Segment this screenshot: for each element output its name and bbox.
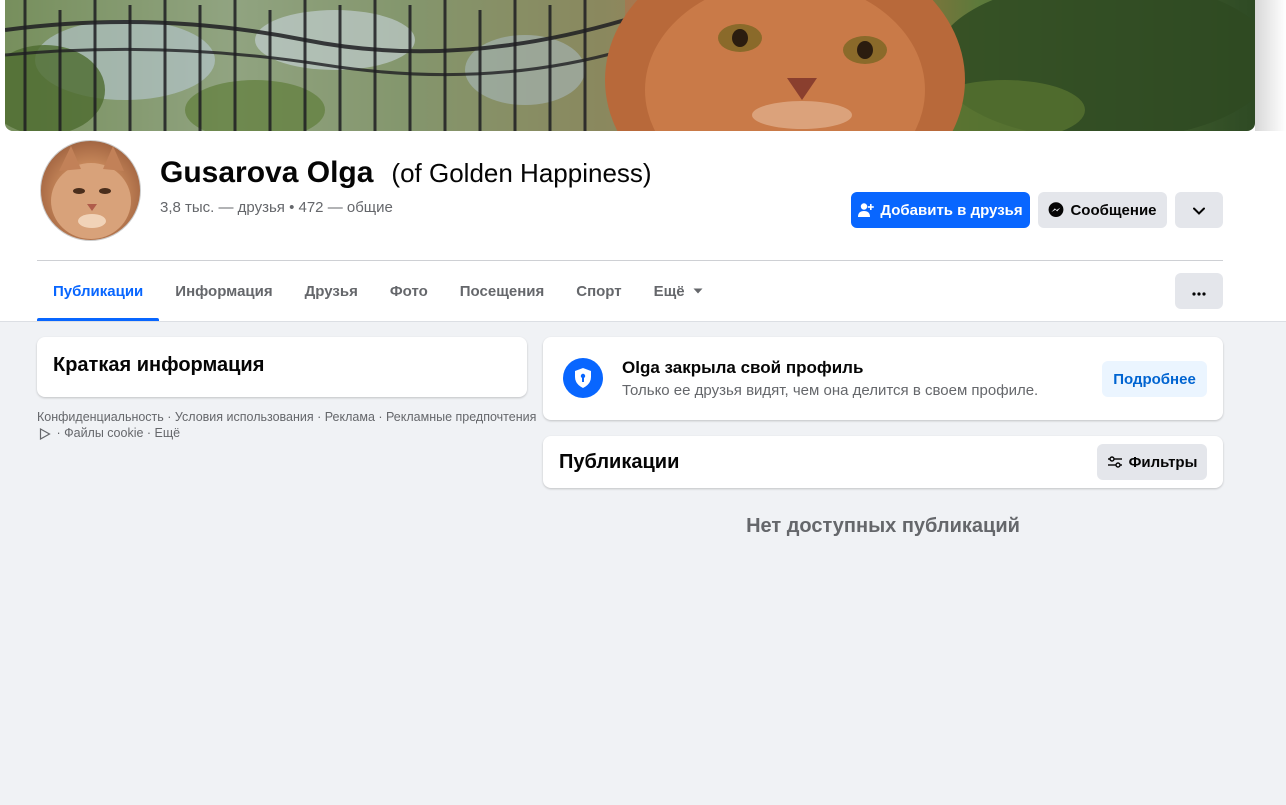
tab-check-ins-label: Посещения [459, 282, 545, 300]
message-button[interactable]: Сообщение [1038, 192, 1167, 228]
footer-separator: · [163, 410, 175, 424]
footer-link-terms[interactable]: Условия использования [175, 410, 314, 424]
tab-more-label: Ещё [653, 282, 685, 300]
chevron-down-icon [1193, 202, 1205, 219]
tab-posts[interactable]: Публикации [37, 261, 160, 321]
footer-links: Конфиденциальность · Условия использован… [37, 409, 536, 441]
tab-about[interactable]: Информация [159, 261, 288, 321]
learn-more-button[interactable]: Подробнее [1102, 361, 1207, 397]
profile-alternate-name: (of Golden Happiness) [391, 158, 652, 188]
add-friend-label: Добавить в друзья [880, 201, 1023, 219]
tab-check-ins[interactable]: Посещения [444, 261, 560, 321]
ellipsis-icon [1192, 283, 1206, 300]
footer-separator: · [53, 426, 65, 440]
tab-posts-label: Публикации [53, 282, 144, 300]
shield-lock-icon [563, 358, 603, 398]
profile-header: Gusarova Olga (of Golden Happiness) 3,8 … [0, 0, 1286, 322]
messenger-icon [1048, 202, 1064, 218]
cover-edge [1255, 0, 1286, 131]
footer-separator: · [374, 410, 387, 424]
tab-sports-label: Спорт [576, 282, 622, 300]
no-posts-message: Нет доступных публикаций [746, 515, 1020, 537]
profile-avatar[interactable] [40, 140, 141, 241]
profile-name-row: Gusarova Olga (of Golden Happiness) [160, 156, 652, 190]
filters-label: Фильтры [1128, 453, 1198, 471]
cover-photo[interactable] [5, 0, 1255, 131]
footer-separator: · [313, 410, 325, 424]
tab-sports[interactable]: Спорт [560, 261, 637, 321]
tab-more[interactable]: Ещё [638, 261, 719, 321]
footer-link-privacy[interactable]: Конфиденциальность [37, 410, 164, 424]
footer-link-advertising[interactable]: Реклама [325, 410, 375, 424]
avatar-image [51, 146, 131, 239]
footer-separator: · [143, 426, 155, 440]
tab-about-label: Информация [175, 282, 273, 300]
ad-choices-icon[interactable] [39, 427, 51, 440]
filters-icon [1107, 455, 1123, 469]
posts-card: Публикации Фильтры [543, 436, 1223, 488]
locked-profile-card: Olga закрыла свой профиль Только ее друз… [543, 337, 1223, 420]
intro-title: Краткая информация [53, 354, 265, 376]
locked-profile-subtitle: Только ее друзья видят, чем она делится … [622, 382, 1039, 399]
profile-options-button[interactable] [1175, 192, 1223, 228]
tab-photos[interactable]: Фото [374, 261, 444, 321]
add-friend-icon [858, 202, 875, 218]
caret-down-icon [693, 288, 703, 294]
tabs-more-options-button[interactable] [1175, 273, 1223, 309]
filters-button[interactable]: Фильтры [1097, 444, 1207, 480]
tab-friends-label: Друзья [304, 282, 358, 300]
intro-card: Краткая информация [37, 337, 527, 397]
tab-friends[interactable]: Друзья [289, 261, 374, 321]
cover-image [5, 0, 1255, 131]
locked-profile-title: Olga закрыла свой профиль [622, 358, 864, 377]
add-friend-button[interactable]: Добавить в друзья [851, 192, 1030, 228]
profile-name: Gusarova Olga [160, 156, 374, 189]
posts-title: Публикации [559, 451, 680, 473]
footer-link-more[interactable]: Ещё [155, 426, 181, 440]
message-label: Сообщение [1070, 201, 1157, 219]
footer-link-cookies[interactable]: Файлы cookie [64, 426, 143, 440]
friends-count[interactable]: 3,8 тыс. — друзья • 472 — общие [160, 199, 393, 216]
profile-tabs: Публикации Информация Друзья Фото Посеще… [37, 261, 719, 321]
tab-photos-label: Фото [389, 282, 428, 300]
footer-link-ad-choices[interactable]: Рекламные предпочтения [386, 410, 536, 424]
